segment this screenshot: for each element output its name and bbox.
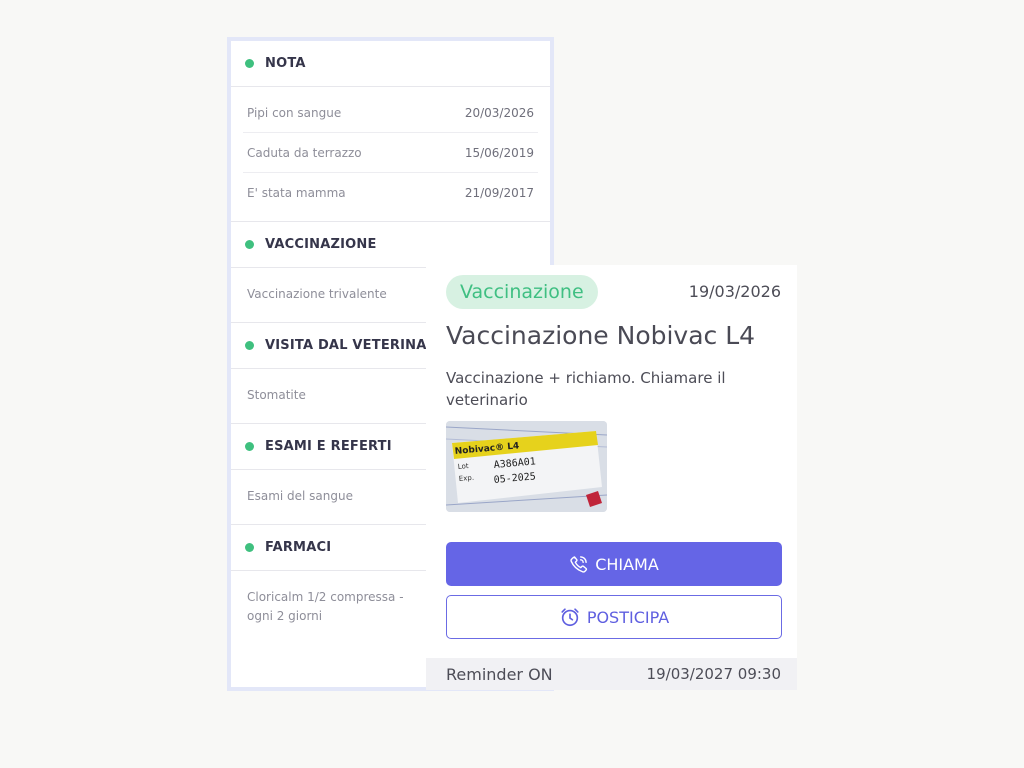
category-badge: Vaccinazione [446, 275, 598, 309]
nota-list: Pipi con sangue 20/03/2026 Caduta da ter… [231, 87, 550, 221]
snooze-button[interactable]: POSTICIPA [446, 595, 782, 639]
list-item-label: Pipi con sangue [247, 105, 342, 120]
event-description: Vaccinazione + richiamo. Chiamare il vet… [446, 369, 726, 409]
section-title: ESAMI E REFERTI [265, 439, 392, 454]
status-dot-icon [245, 240, 254, 249]
label-exp: Exp. [458, 474, 474, 483]
list-item-date: 15/06/2019 [464, 145, 534, 160]
call-button[interactable]: CHIAMA [446, 542, 782, 586]
status-dot-icon [245, 341, 254, 350]
vaccine-label-photo[interactable]: Nobivac® L4 Lot A386A01 Exp. 05-2025 [446, 421, 607, 512]
reminder-footer: Reminder ON 19/03/2027 09:30 [426, 658, 797, 690]
status-dot-icon [245, 442, 254, 451]
section-nota: NOTA Pipi con sangue 20/03/2026 Caduta d… [231, 41, 550, 222]
call-button-label: CHIAMA [595, 554, 659, 574]
list-item-label: E' stata mamma [247, 185, 346, 200]
event-title: Vaccinazione Nobivac L4 [446, 321, 756, 350]
list-item-date: 21/09/2017 [464, 185, 534, 200]
vaccine-label-image: Nobivac® L4 Lot A386A01 Exp. 05-2025 [446, 421, 607, 512]
section-title: VACCINAZIONE [265, 237, 377, 252]
list-item[interactable]: Pipi con sangue 20/03/2026 [243, 93, 538, 133]
section-header-nota[interactable]: NOTA [231, 41, 550, 87]
section-title: VISITA DAL VETERINARIO [265, 338, 453, 353]
list-item[interactable]: E' stata mamma 21/09/2017 [243, 173, 538, 212]
section-title: NOTA [265, 56, 306, 71]
list-item[interactable]: Caduta da terrazzo 15/06/2019 [243, 133, 538, 173]
reminder-status: Reminder ON [446, 664, 553, 684]
event-date: 19/03/2026 [688, 282, 781, 301]
section-title: FARMACI [265, 540, 332, 555]
status-dot-icon [245, 59, 254, 68]
label-lot: Lot [457, 462, 469, 471]
list-item-date: 20/03/2026 [464, 105, 534, 120]
section-header-vaccinazione[interactable]: VACCINAZIONE [231, 222, 550, 268]
reminder-date: 19/03/2027 09:30 [646, 665, 781, 683]
phone-icon [570, 556, 588, 573]
reminder-detail-card: Vaccinazione 19/03/2026 Vaccinazione Nob… [426, 265, 797, 690]
alarm-clock-icon [561, 608, 579, 627]
snooze-button-label: POSTICIPA [586, 607, 670, 627]
list-item[interactable]: Cloricalm 1/2 compressa - ogni 2 giorni [231, 571, 433, 644]
list-item-label: Caduta da terrazzo [247, 145, 362, 160]
status-dot-icon [245, 543, 254, 552]
